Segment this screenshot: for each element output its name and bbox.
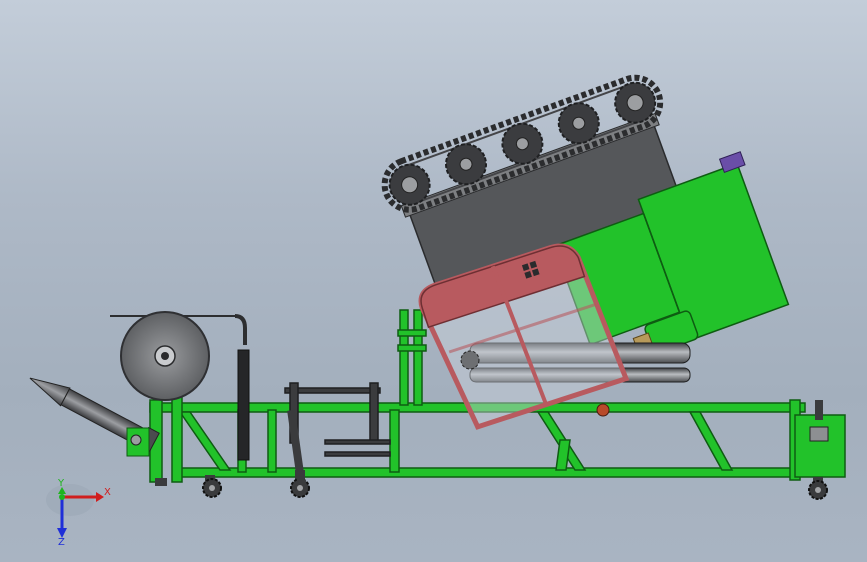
red-knob	[596, 403, 610, 417]
purple-motor	[718, 151, 746, 174]
tension-cylinder	[237, 349, 250, 461]
right-bearing	[809, 426, 829, 442]
z-axis-label: Z	[58, 537, 65, 548]
right-adjuster	[815, 400, 823, 420]
caster-wheel-left	[202, 475, 222, 498]
x-axis-label: X	[104, 487, 111, 498]
inner-gear	[460, 350, 480, 370]
film-roll	[110, 311, 247, 401]
coordinate-triad	[46, 484, 104, 538]
caster-wheel-right	[808, 477, 828, 500]
nose-clamp	[126, 427, 150, 457]
cad-viewport[interactable]: X Y Z	[0, 0, 867, 562]
machine-model[interactable]	[0, 0, 867, 562]
y-axis-label: Y	[58, 478, 65, 489]
cross-members	[284, 382, 391, 457]
left-foot	[155, 478, 167, 486]
